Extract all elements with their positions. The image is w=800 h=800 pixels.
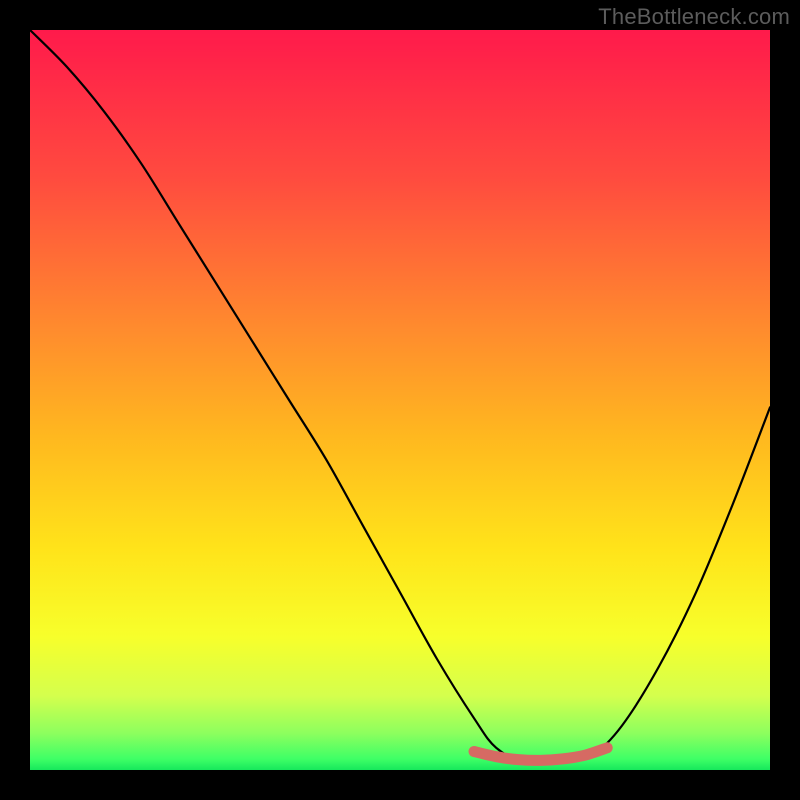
- gradient-background: [30, 30, 770, 770]
- watermark-text: TheBottleneck.com: [598, 4, 790, 30]
- plot-area: [30, 30, 770, 770]
- chart-frame: TheBottleneck.com: [0, 0, 800, 800]
- bottleneck-chart: [30, 30, 770, 770]
